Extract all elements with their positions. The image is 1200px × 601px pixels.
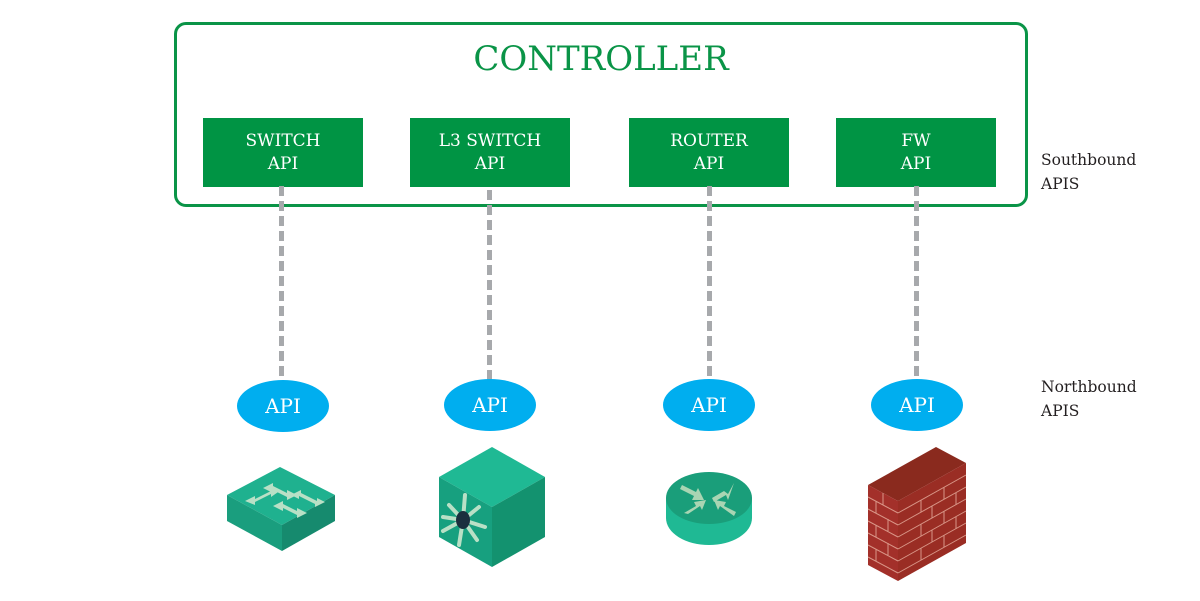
switch-api-label-line1: SWITCH: [245, 130, 321, 151]
southbound-label-line2: APIS: [1041, 175, 1080, 193]
l3-switch-connector-line: [487, 190, 492, 380]
switch-icon: [227, 467, 335, 551]
switch-api-box[interactable]: SWITCH API: [203, 118, 363, 187]
northbound-label-line1: Northbound: [1041, 378, 1137, 396]
l3-switch-api-label-line1: L3 SWITCH: [438, 130, 542, 151]
fw-api-label-line2: API: [900, 153, 932, 174]
northbound-label: Northbound APIS: [1041, 375, 1137, 423]
southbound-label: Southbound APIS: [1041, 148, 1136, 196]
router-icon: [666, 472, 752, 545]
router-api-label-line1: ROUTER: [670, 130, 748, 151]
router-api-label-line2: API: [693, 153, 725, 174]
controller-box: CONTROLLER SWITCH API L3 SWITCH API ROUT…: [174, 22, 1028, 207]
l3-switch-api-ellipse[interactable]: API: [444, 379, 536, 431]
switch-api-label-line2: API: [267, 153, 299, 174]
fw-connector-line: [914, 186, 919, 381]
fw-api-label-line1: FW: [901, 130, 931, 151]
switch-api-ellipse[interactable]: API: [237, 380, 329, 432]
fw-api-ellipse[interactable]: API: [871, 379, 963, 431]
router-api-box[interactable]: ROUTER API: [629, 118, 789, 187]
l3-switch-api-label-line2: API: [474, 153, 506, 174]
southbound-label-line1: Southbound: [1041, 151, 1137, 169]
fw-api-box[interactable]: FW API: [836, 118, 996, 187]
switch-connector-line: [279, 186, 284, 381]
router-api-ellipse[interactable]: API: [663, 379, 755, 431]
firewall-icon: [867, 447, 967, 581]
router-connector-line: [707, 186, 712, 381]
l3-switch-api-box[interactable]: L3 SWITCH API: [410, 118, 570, 187]
controller-title: CONTROLLER: [473, 39, 729, 79]
l3-switch-icon: [439, 447, 545, 567]
northbound-label-line2: APIS: [1041, 402, 1080, 420]
